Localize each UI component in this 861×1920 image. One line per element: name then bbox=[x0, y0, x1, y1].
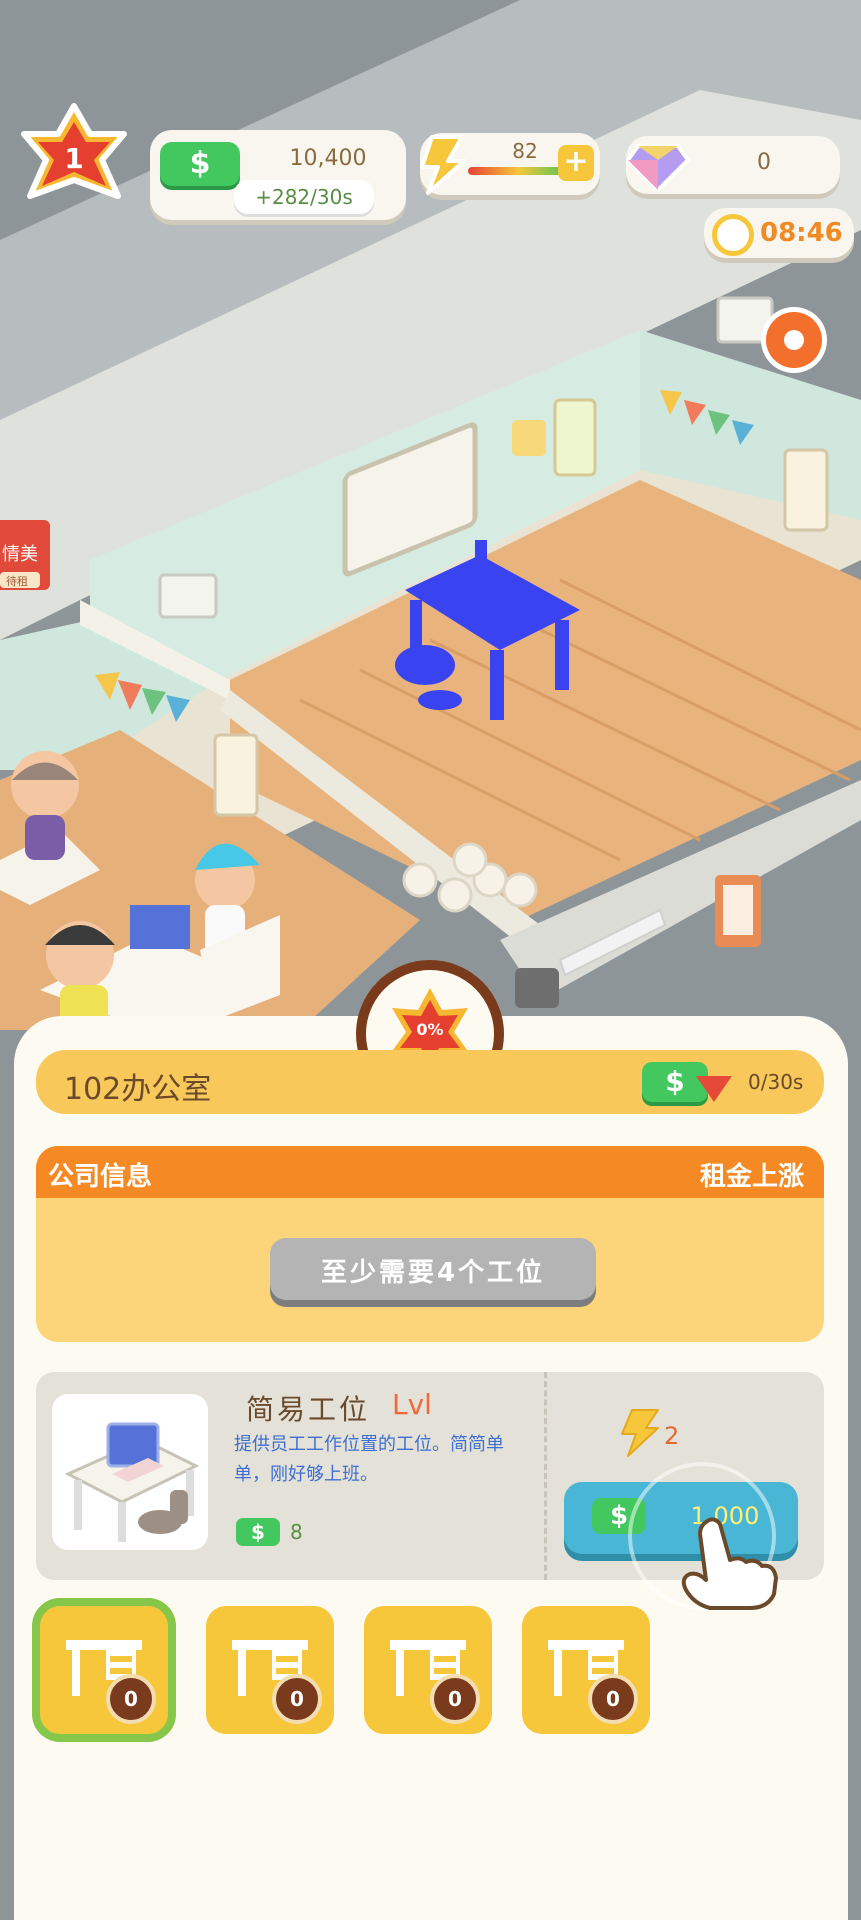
desk-slot-count: 0 bbox=[272, 1674, 322, 1724]
rent-increase-label[interactable]: 租金上涨 bbox=[700, 1156, 804, 1193]
clock-icon bbox=[712, 214, 754, 256]
requirement-button[interactable]: 至少需要4个工位 bbox=[270, 1238, 596, 1300]
item-title: 简易工位 bbox=[246, 1393, 371, 1426]
desk-slot-2[interactable]: 0 bbox=[206, 1606, 334, 1734]
desk-slot-4[interactable]: 0 bbox=[522, 1606, 650, 1734]
level-number: 1 bbox=[64, 142, 84, 175]
income-down-arrow-icon bbox=[696, 1076, 732, 1102]
room-sign-text: 情美 bbox=[2, 544, 38, 565]
energy-value: 82 bbox=[512, 139, 538, 163]
item-income-value: 8 bbox=[290, 1520, 303, 1544]
desk-slot-count: 0 bbox=[106, 1674, 156, 1724]
desk-slot-count: 0 bbox=[430, 1674, 480, 1724]
desk-slot-1[interactable]: 0 bbox=[40, 1606, 168, 1734]
item-income-cash-icon: $ bbox=[236, 1518, 280, 1546]
item-level: Lvl bbox=[392, 1388, 432, 1421]
cash-value: 10,400 bbox=[289, 146, 367, 171]
cash-counter[interactable]: $ 10,400 +282/30s bbox=[150, 130, 406, 220]
requirement-text: 至少需要4个工位 bbox=[320, 1258, 546, 1288]
progress-percent: 0% bbox=[416, 1020, 444, 1039]
energy-cost-icon bbox=[621, 1409, 659, 1457]
settings-gear-icon[interactable] bbox=[766, 312, 822, 368]
gems-value: 0 bbox=[757, 150, 771, 175]
energy-meter[interactable]: 82 + bbox=[420, 133, 600, 195]
diamond-icon bbox=[626, 144, 690, 192]
cash-icon: $ bbox=[160, 142, 240, 186]
energy-plus-button[interactable]: + bbox=[558, 145, 594, 181]
energy-cost-value: 2 bbox=[664, 1422, 680, 1450]
room-sign-subtext: 待租 bbox=[6, 574, 28, 588]
item-card: 简易工位 Lvl 提供员工工作位置的工位。简简单单，刚好够上班。 $ 8 2 $… bbox=[36, 1372, 824, 1610]
room-name: 102办公室 bbox=[64, 1072, 212, 1107]
desk-slot-count: 0 bbox=[588, 1674, 638, 1724]
company-info-label: 公司信息 bbox=[48, 1162, 153, 1192]
timer-pill: 08:46 bbox=[704, 208, 854, 258]
room-name-bar: 102办公室 $ 0/30s bbox=[36, 1050, 824, 1114]
lightning-icon bbox=[420, 135, 466, 195]
energy-bar bbox=[468, 167, 568, 175]
level-badge[interactable]: 1 bbox=[14, 100, 134, 220]
timer-value: 08:46 bbox=[760, 218, 843, 248]
item-image bbox=[52, 1394, 208, 1550]
desk-computer-icon bbox=[64, 1422, 200, 1542]
gems-counter[interactable]: 0 bbox=[626, 136, 840, 194]
desk-slot-3[interactable]: 0 bbox=[364, 1606, 492, 1734]
item-card-divider bbox=[544, 1372, 547, 1580]
company-info-card: 公司信息 租金上涨 至少需要4个工位 bbox=[36, 1146, 824, 1342]
item-description: 提供员工工作位置的工位。简简单单，刚好够上班。 bbox=[234, 1434, 504, 1485]
tutorial-hand-icon bbox=[681, 1517, 778, 1610]
cash-rate: +282/30s bbox=[234, 180, 374, 214]
company-info-header: 公司信息 租金上涨 bbox=[36, 1146, 824, 1198]
income-rate: 0/30s bbox=[748, 1070, 804, 1094]
